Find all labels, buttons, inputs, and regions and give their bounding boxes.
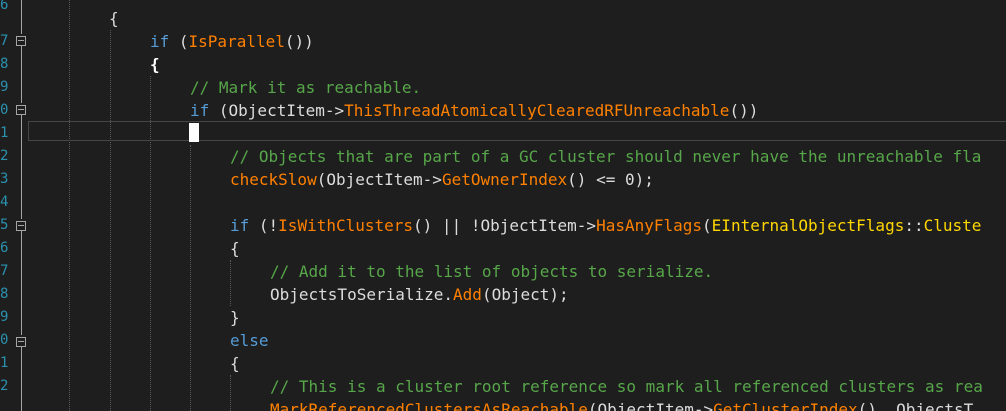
collapse-icon[interactable] xyxy=(16,221,26,231)
code-comment: // Add it to the list of objects to seri… xyxy=(270,262,714,281)
line-number: 2 xyxy=(0,148,8,164)
fold-guide-line xyxy=(21,347,22,411)
code-line: ObjectsToSerialize.Add(Object); xyxy=(270,285,569,304)
line-number: 9 xyxy=(0,309,8,325)
line-number-gutter: 6 7 8 9 0 1 2 3 4 5 6 7 8 9 0 1 2 xyxy=(0,0,30,411)
code-line: if (!IsWithClusters() || !ObjectItem->Ha… xyxy=(230,216,982,235)
fold-guide-line xyxy=(21,115,22,219)
line-number: 1 xyxy=(0,125,8,141)
code-line: if (IsParallel()) xyxy=(150,32,314,51)
code-line: else xyxy=(230,331,269,350)
line-number: 7 xyxy=(0,33,8,49)
code-line: { xyxy=(230,239,240,258)
code-line: if (ObjectItem->ThisThreadAtomicallyClea… xyxy=(190,101,759,120)
code-line: MarkReferencedClustersAsReachable(Object… xyxy=(270,400,974,411)
current-line-highlight xyxy=(28,121,1006,141)
code-line: { xyxy=(150,55,160,74)
line-number: 3 xyxy=(0,171,8,187)
indent-guide xyxy=(69,0,70,411)
code-comment: // Objects that are part of a GC cluster… xyxy=(230,147,982,166)
line-number: 0 xyxy=(0,332,8,348)
indent-guide xyxy=(230,375,231,411)
fold-guide-line xyxy=(21,231,22,335)
line-number: 2 xyxy=(0,378,8,394)
text-caret xyxy=(189,123,199,142)
line-number: 4 xyxy=(0,194,8,210)
code-comment: // This is a cluster root reference so m… xyxy=(270,377,983,396)
indent-guide xyxy=(190,145,191,411)
indent-guide xyxy=(110,30,111,411)
code-line: } xyxy=(230,308,240,327)
line-number: 0 xyxy=(0,102,8,118)
indent-guide xyxy=(230,260,231,306)
code-editor[interactable]: 6 7 8 9 0 1 2 3 4 5 6 7 8 9 0 1 2 ​ { xyxy=(0,0,1006,411)
line-number: 6 xyxy=(0,0,8,13)
collapse-icon[interactable] xyxy=(16,36,26,46)
collapse-icon[interactable] xyxy=(16,105,26,115)
collapse-icon[interactable] xyxy=(16,337,26,347)
fold-guide-line xyxy=(21,46,22,103)
code-line: { xyxy=(109,9,119,28)
line-number: 1 xyxy=(0,355,8,371)
code-comment: // Mark it as reachable. xyxy=(190,78,422,97)
line-number: 8 xyxy=(0,286,8,302)
line-number: 6 xyxy=(0,240,8,256)
fold-guide-line xyxy=(21,0,22,34)
code-line: checkSlow(ObjectItem->GetOwnerIndex() <=… xyxy=(230,170,654,189)
line-number: 7 xyxy=(0,263,8,279)
line-number: 5 xyxy=(0,217,8,233)
line-number: 8 xyxy=(0,56,8,72)
line-number: 9 xyxy=(0,79,8,95)
code-line: { xyxy=(230,354,240,373)
